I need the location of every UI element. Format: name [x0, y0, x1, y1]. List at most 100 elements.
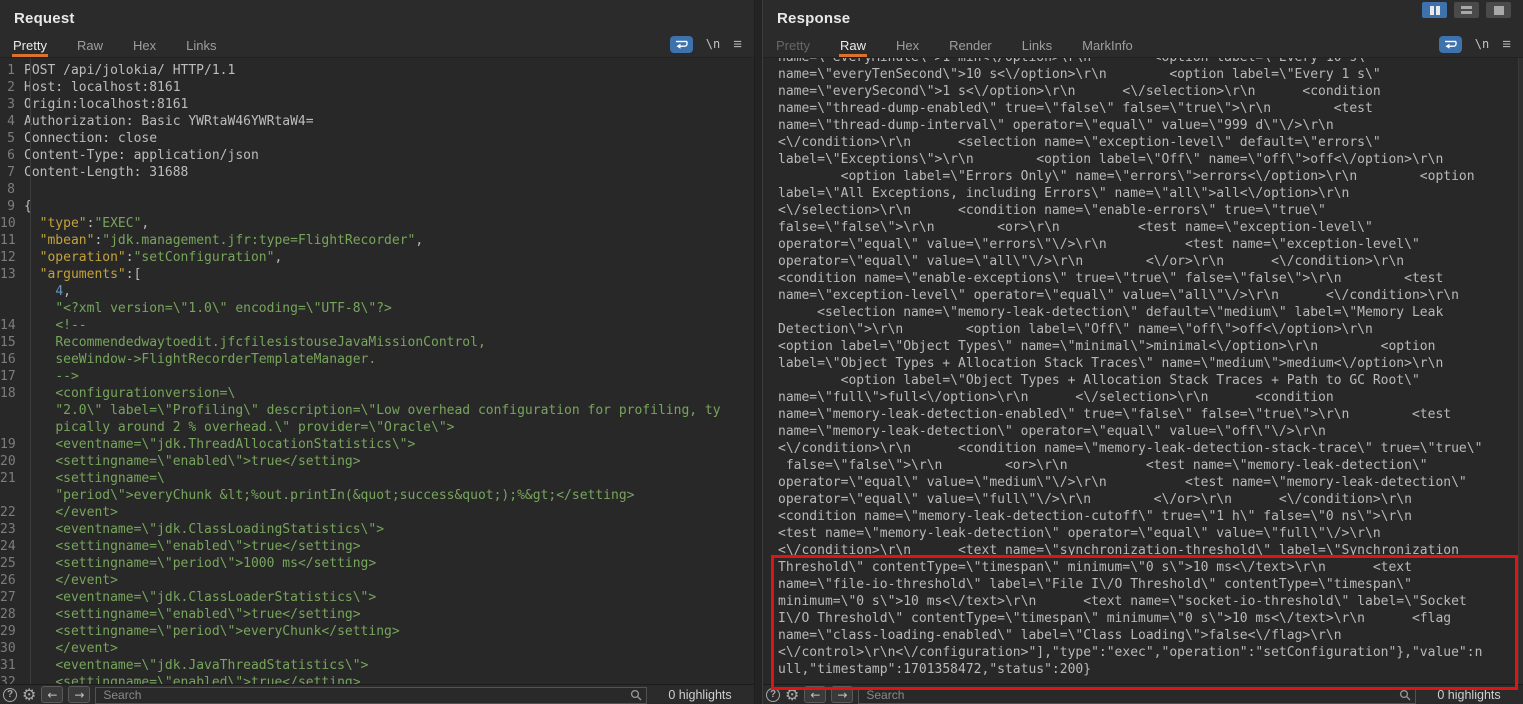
- tab-hex[interactable]: Hex: [895, 34, 920, 57]
- code-line: 1POST /api/jolokia/ HTTP/1.1: [0, 62, 754, 79]
- search-input[interactable]: [95, 687, 647, 704]
- tab-pretty[interactable]: Pretty: [12, 34, 48, 57]
- request-tabs: Pretty Raw Hex Links: [12, 34, 245, 57]
- newline-toggle[interactable]: \n: [706, 37, 720, 51]
- help-icon[interactable]: ?: [766, 688, 780, 702]
- code-line: 7Content-Length: 31688: [0, 164, 754, 181]
- code-line: "<?xml version=\"1.0\" encoding=\"UTF-8\…: [0, 300, 754, 317]
- code-line: <\/selection>\r\n <condition name=\"enab…: [778, 202, 1523, 219]
- editor-menu-icon[interactable]: ≡: [1502, 37, 1511, 52]
- code-line: minimum=\"0 s\">10 ms<\/text>\r\n <text …: [778, 593, 1523, 610]
- code-line: name=\"full\">full<\/option>\r\n <\/sele…: [778, 389, 1523, 406]
- code-line: 29 <settingname=\"period\">everyChunk</s…: [0, 623, 754, 640]
- gear-icon[interactable]: ⚙: [22, 687, 36, 703]
- code-line: 10 "type":"EXEC",: [0, 215, 754, 232]
- code-line: 3Origin:localhost:8161: [0, 96, 754, 113]
- code-line: label=\"Object Types + Allocation Stack …: [778, 355, 1523, 372]
- code-line: 21 <settingname=\: [0, 470, 754, 487]
- gear-icon[interactable]: ⚙: [785, 687, 799, 703]
- newline-toggle[interactable]: \n: [1475, 37, 1489, 51]
- request-panel: Request Pretty Raw Hex Links \n ≡ 1POST /ap…: [0, 0, 754, 704]
- tab-links[interactable]: Links: [1021, 34, 1053, 57]
- search-field-wrap: [95, 686, 647, 703]
- code-line: 14 <!--: [0, 317, 754, 334]
- next-match-button[interactable]: →: [831, 686, 853, 703]
- layout-single-button[interactable]: [1486, 2, 1511, 18]
- response-scrollbar[interactable]: [1518, 58, 1523, 684]
- code-line: name=\"memory-leak-detection\" operator=…: [778, 423, 1523, 440]
- code-line: 6Content-Type: application/json: [0, 147, 754, 164]
- search-icon: [1399, 688, 1411, 704]
- code-line: 17 -->: [0, 368, 754, 385]
- code-line: <\/condition>\r\n <selection name=\"exce…: [778, 134, 1523, 151]
- code-line: 23 <eventname=\"jdk.ClassLoadingStatisti…: [0, 521, 754, 538]
- response-tab-tools: \n ≡: [1439, 34, 1511, 57]
- code-line: ull,"timestamp":1701358472,"status":200}: [778, 661, 1523, 678]
- search-field-wrap: [858, 686, 1416, 703]
- layout-rows-button[interactable]: [1454, 2, 1479, 18]
- prev-match-button[interactable]: ←: [41, 686, 63, 703]
- code-line: Detection\">\r\n <option label=\"Off\" n…: [778, 321, 1523, 338]
- code-line: 32 <settingname=\"enabled\">true</settin…: [0, 674, 754, 684]
- tab-links[interactable]: Links: [185, 34, 217, 57]
- response-header: Response: [763, 0, 1523, 34]
- code-line: 8: [0, 181, 754, 198]
- code-line: name=\"exception-level\" operator=\"equa…: [778, 287, 1523, 304]
- code-line: name=\"everySecond\">1 s<\/option>\r\n <…: [778, 83, 1523, 100]
- panel-divider[interactable]: [754, 0, 762, 704]
- code-line: 19 <eventname=\"jdk.ThreadAllocationStat…: [0, 436, 754, 453]
- code-line: operator=\"equal\" value=\"medium\"\/>\r…: [778, 474, 1523, 491]
- request-searchbar: ? ⚙ ← → 0 highlights: [0, 684, 754, 704]
- highlights-count: 0 highlights: [652, 688, 748, 702]
- code-line: 4,: [0, 283, 754, 300]
- next-match-button[interactable]: →: [68, 686, 90, 703]
- editor-menu-icon[interactable]: ≡: [733, 37, 742, 52]
- code-line: 28 <settingname=\"enabled\">true</settin…: [0, 606, 754, 623]
- request-title: Request: [14, 10, 75, 27]
- code-line: name=\"everyTenSecond\">10 s<\/option>\r…: [778, 66, 1523, 83]
- code-line: pically around 2 % overhead.\" provider=…: [0, 419, 754, 436]
- code-line: name=\"file-io-threshold\" label=\"File …: [778, 576, 1523, 593]
- request-tab-tools: \n ≡: [670, 34, 742, 57]
- layout-columns-button[interactable]: [1422, 2, 1447, 18]
- code-line: false=\"false\">\r\n <or>\r\n <test name…: [778, 219, 1523, 236]
- tab-hex[interactable]: Hex: [132, 34, 157, 57]
- tab-pretty[interactable]: Pretty: [775, 34, 811, 57]
- search-icon: [630, 688, 642, 704]
- code-line: 15 Recommendedwaytoedit.jfcfilesistouseJ…: [0, 334, 754, 351]
- search-input[interactable]: [858, 687, 1416, 704]
- code-line: "period\">everyChunk &lt;%out.printIn(&q…: [0, 487, 754, 504]
- code-line: 30 </event>: [0, 640, 754, 657]
- code-line: operator=\"equal\" value=\"all\"\/>\r\n …: [778, 253, 1523, 270]
- layout-buttons: [1422, 2, 1511, 18]
- tab-raw[interactable]: Raw: [839, 34, 867, 57]
- code-line: 25 <settingname=\"period\">1000 ms</sett…: [0, 555, 754, 572]
- code-line: <selection name=\"memory-leak-detection\…: [778, 304, 1523, 321]
- tab-render[interactable]: Render: [948, 34, 993, 57]
- tab-markinfo[interactable]: MarkInfo: [1081, 34, 1134, 57]
- request-code: 1POST /api/jolokia/ HTTP/1.12Host: local…: [0, 62, 754, 684]
- code-line: <option label=\"Errors Only\" name=\"err…: [778, 168, 1523, 185]
- code-line: 18 <configurationversion=\: [0, 385, 754, 402]
- help-icon[interactable]: ?: [3, 688, 17, 702]
- code-line: 27 <eventname=\"jdk.ClassLoaderStatistic…: [0, 589, 754, 606]
- code-line: operator=\"equal\" value=\"errors\"\/>\r…: [778, 236, 1523, 253]
- code-line: 20 <settingname=\"enabled\">true</settin…: [0, 453, 754, 470]
- request-editor[interactable]: 1POST /api/jolokia/ HTTP/1.12Host: local…: [0, 58, 754, 684]
- code-line: Threshold\" contentType=\"timespan\" min…: [778, 559, 1523, 576]
- word-wrap-icon[interactable]: [1439, 36, 1462, 53]
- code-line: "2.0\" label=\"Profiling\" description=\…: [0, 402, 754, 419]
- code-line: 16 seeWindow->FlightRecorderTemplateMana…: [0, 351, 754, 368]
- response-tabbar: Pretty Raw Hex Render Links MarkInfo \n ≡: [763, 34, 1523, 58]
- word-wrap-icon[interactable]: [670, 36, 693, 53]
- response-tabs: Pretty Raw Hex Render Links MarkInfo: [775, 34, 1162, 57]
- response-editor[interactable]: name=\"everyMinute\">1 min<\/option>\r\n…: [763, 58, 1523, 684]
- prev-match-button[interactable]: ←: [804, 686, 826, 703]
- response-panel: Response Pretty Raw Hex Render Links MarkInfo: [762, 0, 1523, 704]
- code-line: name=\"everyMinute\">1 min<\/option>\r\n…: [778, 58, 1523, 66]
- code-line: 31 <eventname=\"jdk.JavaThreadStatistics…: [0, 657, 754, 674]
- code-line: I\/O Threshold\" contentType=\"timespan\…: [778, 610, 1523, 627]
- code-line: label=\"Exceptions\">\r\n <option label=…: [778, 151, 1523, 168]
- tab-raw[interactable]: Raw: [76, 34, 104, 57]
- response-searchbar: ? ⚙ ← → 0 highlights: [763, 684, 1523, 704]
